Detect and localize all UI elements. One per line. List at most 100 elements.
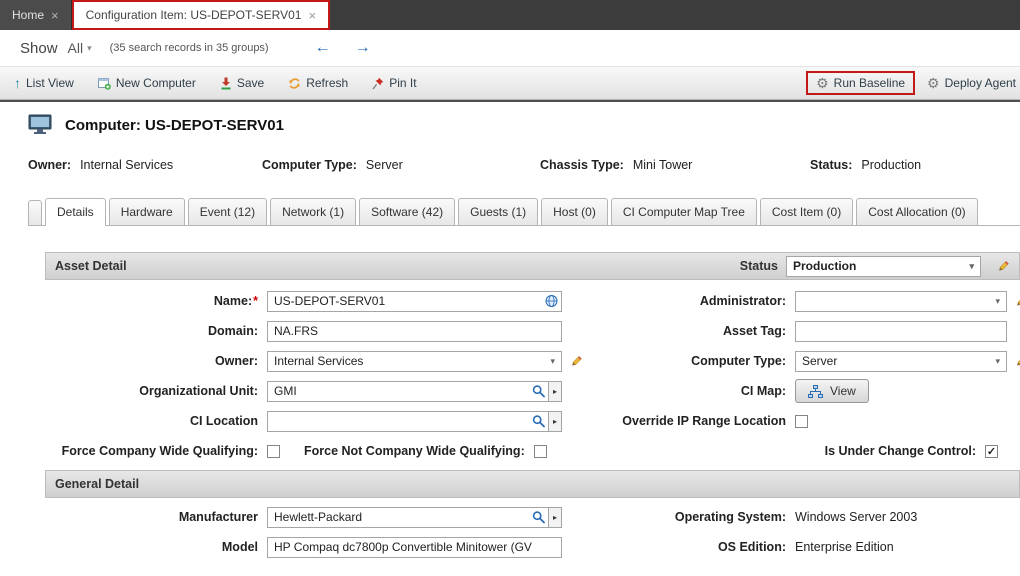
tab-home-label: Home xyxy=(12,8,44,22)
list-view-button[interactable]: ↑ List View xyxy=(14,76,74,90)
model-input[interactable] xyxy=(267,537,562,558)
pin-icon xyxy=(372,77,384,90)
summary-owner: Owner: Internal Services xyxy=(28,158,262,172)
sitemap-icon xyxy=(808,385,823,398)
edit-pencil-icon[interactable] xyxy=(1013,354,1020,369)
name-field-label: Name:* xyxy=(45,294,267,308)
edit-pencil-icon[interactable] xyxy=(995,259,1010,274)
tab-event[interactable]: Event (12) xyxy=(188,198,267,225)
summary-computer-type-label: Computer Type: xyxy=(262,158,357,172)
close-icon[interactable]: × xyxy=(308,9,316,22)
status-dropdown[interactable]: Production ▾ xyxy=(786,256,981,277)
show-label: Show xyxy=(20,40,58,57)
summary-status: Status: Production xyxy=(810,158,921,172)
previous-record-button[interactable]: ← xyxy=(315,39,331,57)
computer-type-field-label: Computer Type: xyxy=(605,354,795,368)
required-asterisk: * xyxy=(253,294,258,308)
tab-hardware[interactable]: Hardware xyxy=(109,198,185,225)
tab-cost-item[interactable]: Cost Item (0) xyxy=(760,198,853,225)
search-icon[interactable] xyxy=(532,385,545,398)
asset-tag-input[interactable] xyxy=(795,321,1007,342)
globe-icon[interactable] xyxy=(545,295,558,308)
tab-cost-allocation[interactable]: Cost Allocation (0) xyxy=(856,198,977,225)
owner-dropdown[interactable]: Internal Services ▾ xyxy=(267,351,562,372)
chevron-down-icon: ▾ xyxy=(995,356,1000,367)
run-baseline-label: Run Baseline xyxy=(834,76,905,90)
tab-scroll-stub[interactable] xyxy=(28,200,42,225)
deploy-agent-button[interactable]: ⚙ Deploy Agent xyxy=(927,76,1016,90)
tab-guests[interactable]: Guests (1) xyxy=(458,198,538,225)
manufacturer-input[interactable] xyxy=(267,507,549,528)
refresh-label: Refresh xyxy=(306,76,348,90)
change-control-field-label: Is Under Change Control: xyxy=(795,444,985,458)
computer-icon xyxy=(28,114,54,136)
name-input[interactable] xyxy=(267,291,562,312)
lookup-expand-arrow[interactable]: ▸ xyxy=(549,507,562,528)
owner-dropdown-value: Internal Services xyxy=(274,354,363,368)
ci-map-view-button[interactable]: View xyxy=(795,379,869,403)
detail-panels: Asset Detail Status Production ▾ Name:* xyxy=(45,252,1020,566)
general-detail-title: General Detail xyxy=(55,477,139,491)
status-field-label: Status xyxy=(740,259,778,273)
override-ip-checkbox[interactable] xyxy=(795,415,808,428)
tab-configuration-item[interactable]: Configuration Item: US-DEPOT-SERV01 × xyxy=(72,0,330,30)
summary-computer-type: Computer Type: Server xyxy=(262,158,540,172)
pin-it-button[interactable]: Pin It xyxy=(372,76,416,90)
status-dropdown-value: Production xyxy=(793,259,856,273)
save-button[interactable]: Save xyxy=(220,76,264,90)
force-company-checkbox[interactable] xyxy=(267,445,280,458)
administrator-field-label: Administrator: xyxy=(605,294,795,308)
edit-pencil-icon[interactable] xyxy=(568,354,583,369)
detail-tabstrip: Details Hardware Event (12) Network (1) … xyxy=(28,198,1020,226)
force-company-field-label: Force Company Wide Qualifying: xyxy=(45,444,267,458)
lookup-expand-arrow[interactable]: ▸ xyxy=(549,411,562,432)
refresh-button[interactable]: Refresh xyxy=(288,76,348,90)
manufacturer-field-label: Manufacturer xyxy=(45,510,267,524)
tab-network[interactable]: Network (1) xyxy=(270,198,356,225)
ci-location-field-label: CI Location xyxy=(45,414,267,428)
search-icon[interactable] xyxy=(532,511,545,524)
edit-pencil-icon[interactable] xyxy=(1013,294,1020,309)
next-record-button[interactable]: → xyxy=(355,39,371,57)
tab-host[interactable]: Host (0) xyxy=(541,198,608,225)
record-title-row: Computer: US-DEPOT-SERV01 xyxy=(28,114,1020,136)
org-unit-input[interactable] xyxy=(267,381,549,402)
show-filter-dropdown[interactable]: All ▾ xyxy=(68,40,92,56)
general-detail-form: Manufacturer ▸ Operating System: Windows xyxy=(45,498,1020,566)
summary-owner-value: Internal Services xyxy=(80,158,173,172)
toolbar: ↑ List View New Computer Save Refresh Pi… xyxy=(0,66,1020,100)
up-arrow-icon: ↑ xyxy=(14,76,21,90)
close-icon[interactable]: × xyxy=(51,9,59,22)
summary-chassis-type-value: Mini Tower xyxy=(633,158,693,172)
change-control-checkbox[interactable] xyxy=(985,445,998,458)
asset-detail-header: Asset Detail Status Production ▾ xyxy=(45,252,1020,280)
org-unit-field-label: Organizational Unit: xyxy=(45,384,267,398)
force-not-company-field-label: Force Not Company Wide Qualifying: xyxy=(304,444,525,458)
summary-status-value: Production xyxy=(861,158,921,172)
computer-type-dropdown[interactable]: Server ▾ xyxy=(795,351,1007,372)
tab-home[interactable]: Home × xyxy=(0,0,72,30)
asset-tag-field-label: Asset Tag: xyxy=(605,324,795,338)
os-edition-value: Enterprise Edition xyxy=(795,540,894,554)
ci-map-view-label: View xyxy=(830,384,856,398)
administrator-dropdown[interactable]: ▾ xyxy=(795,291,1007,312)
list-view-label: List View xyxy=(26,76,74,90)
override-ip-field-label: Override IP Range Location xyxy=(605,414,795,428)
gear-icon: ⚙ xyxy=(816,76,829,90)
tab-software[interactable]: Software (42) xyxy=(359,198,455,225)
force-not-company-checkbox[interactable] xyxy=(534,445,547,458)
lookup-expand-arrow[interactable]: ▸ xyxy=(549,381,562,402)
ci-location-input[interactable] xyxy=(267,411,549,432)
model-field-label: Model xyxy=(45,540,267,554)
tab-details[interactable]: Details xyxy=(45,198,106,225)
domain-input[interactable] xyxy=(267,321,562,342)
general-detail-header: General Detail xyxy=(45,470,1020,498)
search-icon[interactable] xyxy=(532,415,545,428)
chevron-down-icon: ▾ xyxy=(87,43,92,54)
record-content: Computer: US-DEPOT-SERV01 Owner: Interna… xyxy=(0,114,1020,566)
chevron-down-icon: ▾ xyxy=(550,356,555,367)
summary-chassis-type: Chassis Type: Mini Tower xyxy=(540,158,810,172)
new-computer-button[interactable]: New Computer xyxy=(98,76,196,90)
run-baseline-button[interactable]: ⚙ Run Baseline xyxy=(806,71,915,95)
tab-ci-computer-map-tree[interactable]: CI Computer Map Tree xyxy=(611,198,757,225)
